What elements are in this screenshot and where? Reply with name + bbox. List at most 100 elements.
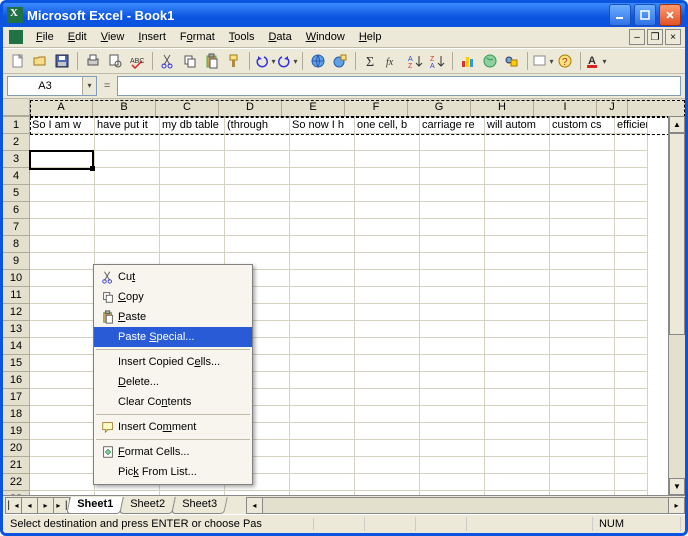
- cell[interactable]: have put it: [95, 117, 160, 134]
- col-header-I[interactable]: I: [534, 99, 597, 116]
- cell[interactable]: [355, 134, 420, 151]
- col-header-D[interactable]: D: [219, 99, 282, 116]
- menu-window[interactable]: Window: [299, 29, 352, 45]
- cell[interactable]: [485, 457, 550, 474]
- cell[interactable]: [420, 457, 485, 474]
- row-header[interactable]: 13: [3, 321, 30, 338]
- cell[interactable]: [225, 236, 290, 253]
- cell[interactable]: [290, 253, 355, 270]
- cell[interactable]: [355, 457, 420, 474]
- cell[interactable]: [485, 491, 550, 495]
- cell[interactable]: [615, 202, 648, 219]
- cell[interactable]: [225, 151, 290, 168]
- cell[interactable]: [615, 389, 648, 406]
- ctx-format-cells-[interactable]: Format Cells...: [94, 442, 252, 462]
- cell[interactable]: [485, 219, 550, 236]
- cell[interactable]: [95, 491, 160, 495]
- save-button[interactable]: [51, 51, 73, 71]
- ctx-paste-special-[interactable]: Paste Special...: [94, 327, 252, 347]
- cell[interactable]: [550, 423, 615, 440]
- cell[interactable]: [420, 253, 485, 270]
- cell[interactable]: [485, 355, 550, 372]
- cell[interactable]: [420, 287, 485, 304]
- scroll-left-button[interactable]: ◂: [246, 497, 263, 514]
- cell[interactable]: [225, 134, 290, 151]
- autosum-button[interactable]: Σ: [360, 51, 382, 71]
- cell[interactable]: [30, 491, 95, 495]
- cell[interactable]: [30, 202, 95, 219]
- cell[interactable]: [485, 202, 550, 219]
- cell[interactable]: [420, 389, 485, 406]
- cell[interactable]: [550, 202, 615, 219]
- cell[interactable]: [485, 151, 550, 168]
- cell[interactable]: [550, 304, 615, 321]
- cell[interactable]: [485, 372, 550, 389]
- cell[interactable]: [30, 474, 95, 491]
- name-box-dropdown[interactable]: [82, 77, 96, 95]
- cell[interactable]: [160, 219, 225, 236]
- cell[interactable]: [550, 491, 615, 495]
- cell[interactable]: [225, 491, 290, 495]
- sort-desc-button[interactable]: ZA: [426, 51, 448, 71]
- spelling-button[interactable]: ABC: [126, 51, 148, 71]
- cell[interactable]: [550, 151, 615, 168]
- row-header[interactable]: 17: [3, 389, 30, 406]
- cell[interactable]: [30, 304, 95, 321]
- row-header[interactable]: 6: [3, 202, 30, 219]
- cell[interactable]: one cell, b: [355, 117, 420, 134]
- menu-tools[interactable]: Tools: [222, 29, 262, 45]
- menu-help[interactable]: Help: [352, 29, 389, 45]
- cell[interactable]: [30, 389, 95, 406]
- zoom-button[interactable]: [532, 51, 554, 71]
- col-header-G[interactable]: G: [408, 99, 471, 116]
- cell[interactable]: [290, 134, 355, 151]
- cell[interactable]: [485, 134, 550, 151]
- ctx-paste[interactable]: Paste: [94, 307, 252, 327]
- format-painter-button[interactable]: [223, 51, 245, 71]
- tab-nav-first[interactable]: ▏◂: [5, 497, 22, 514]
- minimize-button[interactable]: [609, 4, 631, 26]
- redo-button[interactable]: [276, 51, 298, 71]
- cell[interactable]: [225, 202, 290, 219]
- row-header[interactable]: 5: [3, 185, 30, 202]
- cell[interactable]: [420, 321, 485, 338]
- cell[interactable]: [225, 185, 290, 202]
- cell[interactable]: [550, 253, 615, 270]
- web-toolbar-button[interactable]: [329, 51, 351, 71]
- cell[interactable]: [30, 151, 95, 168]
- child-close-button[interactable]: ×: [665, 29, 681, 45]
- cell[interactable]: So now I h: [290, 117, 355, 134]
- cell[interactable]: [290, 389, 355, 406]
- cell[interactable]: (through: [225, 117, 290, 134]
- new-button[interactable]: [7, 51, 29, 71]
- cell[interactable]: [290, 304, 355, 321]
- undo-button[interactable]: [254, 51, 276, 71]
- cell[interactable]: [420, 406, 485, 423]
- row-header[interactable]: 7: [3, 219, 30, 236]
- cell[interactable]: [615, 423, 648, 440]
- cell[interactable]: [95, 168, 160, 185]
- row-header[interactable]: 16: [3, 372, 30, 389]
- cell[interactable]: [355, 389, 420, 406]
- cell[interactable]: [485, 185, 550, 202]
- scroll-up-button[interactable]: ▲: [669, 116, 685, 133]
- cell[interactable]: [355, 219, 420, 236]
- cell[interactable]: [420, 236, 485, 253]
- tab-nav-prev[interactable]: ◂: [21, 497, 38, 514]
- cell[interactable]: [485, 168, 550, 185]
- row-header[interactable]: 14: [3, 338, 30, 355]
- cell[interactable]: [550, 134, 615, 151]
- horizontal-scrollbar[interactable]: ◂ ▸: [246, 498, 685, 513]
- cell[interactable]: [95, 202, 160, 219]
- cell[interactable]: [290, 474, 355, 491]
- cell[interactable]: [30, 219, 95, 236]
- ctx-delete-[interactable]: Delete...: [94, 372, 252, 392]
- font-color-button[interactable]: A: [585, 51, 607, 71]
- cell[interactable]: carriage re: [420, 117, 485, 134]
- cell[interactable]: my db table: [160, 117, 225, 134]
- ctx-insert-comment[interactable]: Insert Comment: [94, 417, 252, 437]
- ctx-cut[interactable]: Cut: [94, 267, 252, 287]
- sheet-tab-sheet1[interactable]: Sheet1: [66, 497, 124, 514]
- cell[interactable]: efficient w: [615, 117, 648, 134]
- child-restore-button[interactable]: ❐: [647, 29, 663, 45]
